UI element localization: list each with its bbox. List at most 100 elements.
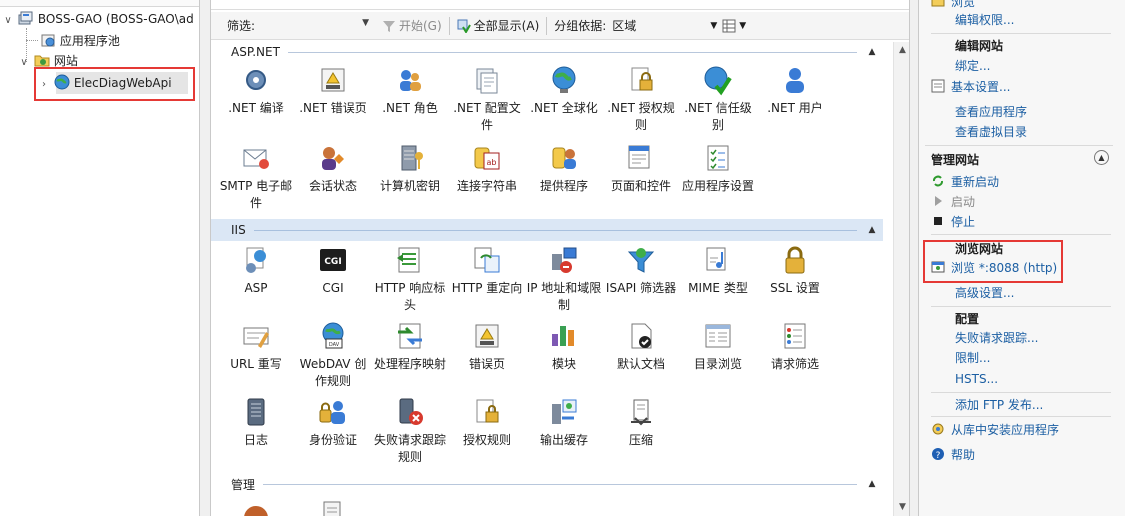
feature-tile-iis[interactable]: 失败请求跟踪规则 xyxy=(371,396,449,466)
feature-tile-iis[interactable]: 错误页 xyxy=(448,320,526,373)
section-manage-header[interactable]: 管理 ▲ xyxy=(211,473,883,495)
svg-text:ab: ab xyxy=(487,158,497,167)
feature-tile-iis[interactable]: ISAPI 筛选器 xyxy=(602,244,680,297)
feature-tile-aspnet[interactable]: ab 连接字符串 xyxy=(448,142,526,195)
limits-link[interactable]: 限制... xyxy=(955,348,990,368)
view-mode-button[interactable]: ▼ xyxy=(719,16,749,36)
feature-tile-iis[interactable]: URL 重写 xyxy=(217,320,295,373)
feature-tile-aspnet[interactable]: .NET 用户 xyxy=(756,64,834,117)
dropdown-arrow-icon[interactable]: ▼ xyxy=(739,21,746,31)
section-iis-header[interactable]: IIS ▲ xyxy=(211,219,883,241)
install-from-gallery-link[interactable]: 从库中安装应用程序 xyxy=(931,420,1059,440)
advanced-settings-link[interactable]: 高级设置... xyxy=(955,283,1014,303)
collapse-caret-icon[interactable]: ▲ xyxy=(865,47,879,57)
scroll-up-icon[interactable]: ▲ xyxy=(894,42,909,59)
feature-tile-iis[interactable]: 处理程序映射 xyxy=(371,320,449,373)
session-icon xyxy=(322,147,344,170)
hsts-link[interactable]: HSTS... xyxy=(955,369,998,389)
feature-tile-label: CGI xyxy=(322,281,344,295)
browse-icon xyxy=(931,0,945,8)
start-button[interactable]: 开始(G) xyxy=(379,16,445,36)
vertical-scrollbar[interactable]: ▲ ▼ xyxy=(893,42,909,516)
feature-tile-label: 默认文档 xyxy=(616,357,665,371)
feature-tile-aspnet[interactable]: 应用程序设置 xyxy=(679,142,757,195)
section-aspnet-header[interactable]: ASP.NET ▲ xyxy=(211,41,883,63)
feature-tile-iis[interactable]: HTTP 响应标头 xyxy=(371,244,449,314)
feature-tile-aspnet[interactable]: .NET 信任级别 xyxy=(679,64,757,134)
show-all-button[interactable]: 全部显示(A) xyxy=(454,16,543,36)
separator xyxy=(931,306,1111,307)
feature-tile-iis[interactable]: IP 地址和域限制 xyxy=(525,244,603,314)
document-icon xyxy=(323,501,341,516)
add-ftp-link[interactable]: 添加 FTP 发布... xyxy=(955,395,1043,415)
feature-tile-iis[interactable]: ASP xyxy=(217,244,295,297)
dropdown-arrow-icon[interactable]: ▼ xyxy=(710,21,717,31)
collapse-caret-icon[interactable]: ▲ xyxy=(865,479,879,489)
section-title: 管理 xyxy=(231,477,256,492)
feature-tile-aspnet[interactable]: 页面和控件 xyxy=(602,142,680,195)
start-link[interactable]: 启动 xyxy=(931,192,975,212)
feature-tile-aspnet[interactable]: .NET 授权规则 xyxy=(602,64,680,134)
collapse-caret-icon[interactable]: ▲ xyxy=(865,225,879,235)
feature-tile-aspnet[interactable]: .NET 配置文件 xyxy=(448,64,526,134)
feature-tile-iis[interactable]: 身份验证 xyxy=(294,396,372,449)
feature-tile-iis[interactable]: HTTP 重定向 xyxy=(448,244,526,297)
group-by-select[interactable]: 区域 ▼ xyxy=(609,16,719,36)
help-link[interactable]: ? 帮助 xyxy=(931,445,975,465)
feature-tile-iis[interactable]: 模块 xyxy=(525,320,603,373)
basic-settings-link[interactable]: 基本设置... xyxy=(931,77,1010,97)
stop-link[interactable]: 停止 xyxy=(931,212,975,232)
feature-tile-iis[interactable]: 默认文档 xyxy=(602,320,680,373)
user-icon xyxy=(786,68,804,93)
pages-icon xyxy=(628,145,650,169)
scroll-down-icon[interactable]: ▼ xyxy=(894,499,909,516)
view-applications-link[interactable]: 查看应用程序 xyxy=(955,102,1027,122)
feature-tile-iis[interactable]: 日志 xyxy=(217,396,295,449)
feature-tile-aspnet[interactable]: 提供程序 xyxy=(525,142,603,195)
edit-permissions-link[interactable]: 编辑权限... xyxy=(955,10,1014,30)
tree-node-app-pools[interactable]: . 应用程序池 xyxy=(24,30,120,52)
feature-tile-aspnet[interactable]: .NET 错误页 xyxy=(294,64,372,117)
separator xyxy=(931,234,1111,235)
reqfilter-icon xyxy=(784,323,806,349)
lock-icon xyxy=(785,246,805,274)
asp-icon xyxy=(246,247,266,273)
feature-tile-iis[interactable]: 输出缓存 xyxy=(525,396,603,449)
feature-tile-aspnet[interactable]: 会话状态 xyxy=(294,142,372,195)
restart-link[interactable]: 重新启动 xyxy=(931,172,999,192)
server-icon xyxy=(401,145,423,171)
feature-tile-label: 身份验证 xyxy=(308,433,357,447)
feature-tile-aspnet[interactable]: SMTP 电子邮件 xyxy=(217,142,295,212)
feature-tile-label: WebDAV 创作规则 xyxy=(299,357,367,388)
svg-text:?: ? xyxy=(936,451,941,461)
bindings-link[interactable]: 绑定... xyxy=(955,56,990,76)
filter-input[interactable]: ▼ xyxy=(269,17,369,35)
collapse-group-icon[interactable]: ▲ xyxy=(1094,150,1109,165)
feature-tile-aspnet[interactable]: .NET 全球化 xyxy=(525,64,603,117)
collapse-icon[interactable]: ∨ xyxy=(18,52,30,74)
feature-tile-iis[interactable]: 压缩 xyxy=(602,396,680,449)
feature-tile-aspnet[interactable]: 计算机密钥 xyxy=(371,142,449,195)
manage-site-group-header[interactable]: 管理网站 ▲ xyxy=(925,145,1113,169)
feature-tile-iis[interactable]: DAV WebDAV 创作规则 xyxy=(294,320,372,390)
feature-tile-iis[interactable]: CGI CGI xyxy=(294,244,372,297)
collapse-icon[interactable]: ∨ xyxy=(2,10,14,32)
view-virtual-dirs-link[interactable]: 查看虚拟目录 xyxy=(955,122,1027,142)
feature-tile-iis[interactable]: MIME 类型 xyxy=(679,244,757,297)
feature-tile-aspnet[interactable]: .NET 角色 xyxy=(371,64,449,117)
feature-tile-label: HTTP 响应标头 xyxy=(374,281,446,312)
feature-tile-aspnet[interactable]: .NET 编译 xyxy=(217,64,295,117)
separator xyxy=(931,416,1111,417)
feature-tile-iis[interactable]: SSL 设置 xyxy=(756,244,834,297)
dropdown-arrow-icon[interactable]: ▼ xyxy=(362,18,369,28)
failed-request-tracing-link[interactable]: 失败请求跟踪... xyxy=(955,328,1038,348)
feature-tile-iis[interactable]: 请求筛选 xyxy=(756,320,834,373)
feature-tile-iis[interactable]: 授权规则 xyxy=(448,396,526,449)
tile-manage-2[interactable] xyxy=(293,498,371,516)
feature-tile-iis[interactable]: 目录浏览 xyxy=(679,320,757,373)
sites-folder-icon xyxy=(34,52,50,68)
tree-node-server[interactable]: ∨ BOSS-GAO (BOSS-GAO\ad xyxy=(2,8,194,30)
tile-manage-1[interactable] xyxy=(217,498,295,516)
tree-server-label: BOSS-GAO (BOSS-GAO\ad xyxy=(37,12,194,26)
manage-feature-icon xyxy=(244,506,268,516)
